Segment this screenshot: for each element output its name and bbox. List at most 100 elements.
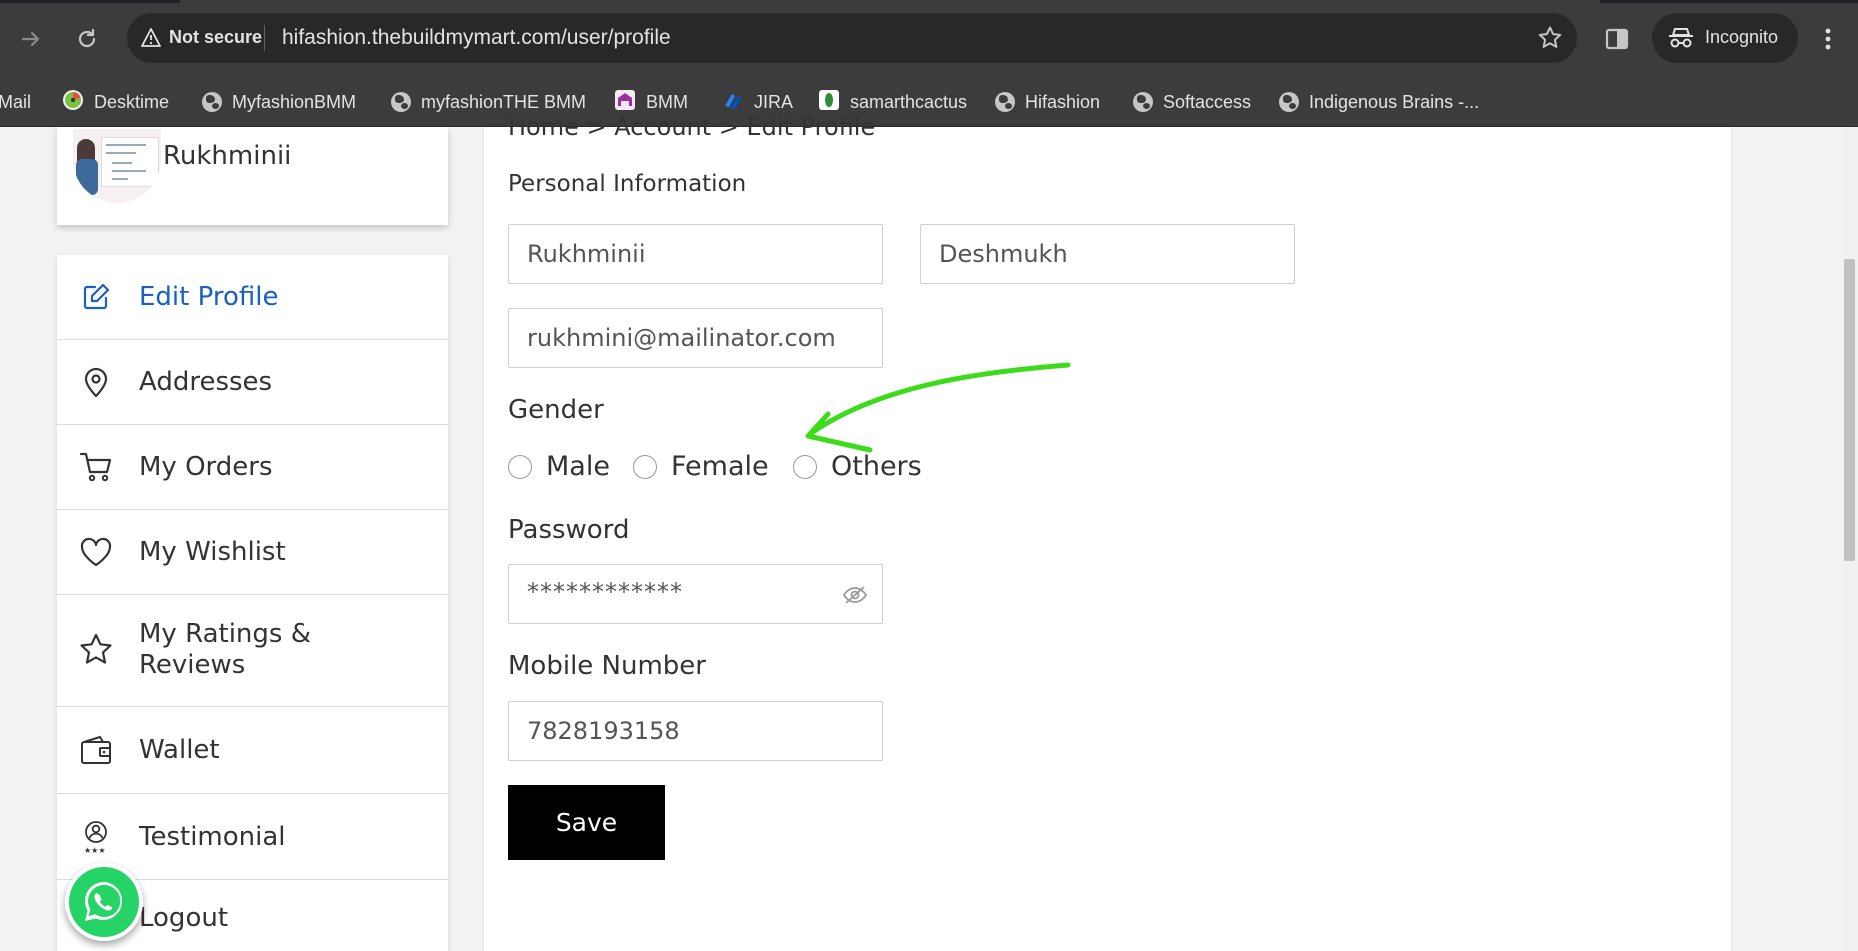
star-icon bbox=[79, 633, 113, 667]
bookmark-indigenous-brains[interactable]: Indigenous Brains -... bbox=[1279, 89, 1479, 115]
globe-icon bbox=[995, 92, 1015, 112]
testimonial-icon: ★★★ bbox=[79, 820, 113, 854]
save-button[interactable]: Save bbox=[508, 785, 665, 860]
globe-icon bbox=[1133, 92, 1153, 112]
address-bar[interactable]: Not secure hifashion.thebuildmymart.com/… bbox=[127, 13, 1577, 63]
bookmark-label: Mail bbox=[0, 91, 32, 112]
menu-item-label: Addresses bbox=[139, 367, 273, 397]
cactus-icon bbox=[818, 89, 840, 116]
password-field[interactable]: ************ bbox=[508, 564, 883, 624]
bookmarks-bar: Mail Desktime MyfashionBMM myfashionTHE … bbox=[0, 77, 1858, 127]
bookmark-bmm[interactable]: BMM bbox=[614, 89, 688, 115]
heart-icon bbox=[79, 535, 113, 569]
menu-item-label: Testimonial bbox=[139, 822, 286, 852]
account-menu: Edit Profile Addresses My Orders My Wish… bbox=[57, 255, 448, 951]
incognito-label: Incognito bbox=[1705, 27, 1779, 47]
password-label: Password bbox=[508, 515, 630, 545]
bookmark-desktime[interactable]: Desktime bbox=[62, 89, 169, 115]
browser-toolbar: Not secure hifashion.thebuildmymart.com/… bbox=[0, 0, 1858, 77]
bookmark-label: Softaccess bbox=[1163, 91, 1252, 112]
wallet-icon bbox=[79, 733, 113, 767]
mobile-number-value: 7828193158 bbox=[527, 717, 680, 745]
whatsapp-chat-button[interactable] bbox=[65, 863, 143, 941]
bookmark-jira[interactable]: JIRA bbox=[722, 89, 793, 115]
first-name-value: Rukhminii bbox=[527, 240, 646, 268]
bmm-logo-icon bbox=[614, 89, 636, 116]
bookmark-mail[interactable]: Mail bbox=[0, 89, 31, 115]
bookmark-samarthcactus[interactable]: samarthcactus bbox=[818, 89, 967, 115]
breadcrumb: Home > Account > Edit Profile bbox=[508, 113, 876, 141]
password-value: ************ bbox=[527, 578, 683, 606]
globe-icon bbox=[391, 92, 411, 112]
menu-item-label: Edit Profile bbox=[139, 282, 279, 312]
not-secure-label[interactable]: Not secure bbox=[169, 27, 262, 48]
menu-item-edit-profile[interactable]: Edit Profile bbox=[57, 255, 448, 340]
last-name-field[interactable]: Deshmukh bbox=[920, 224, 1295, 284]
eye-off-icon[interactable] bbox=[842, 585, 868, 609]
email-field[interactable]: rukhmini@mailinator.com bbox=[508, 308, 883, 368]
globe-icon bbox=[1279, 92, 1299, 112]
location-pin-icon bbox=[79, 365, 113, 399]
menu-item-label: My Wishlist bbox=[139, 537, 286, 567]
radio-label: Male bbox=[546, 451, 610, 482]
mobile-number-field[interactable]: 7828193158 bbox=[508, 701, 883, 761]
divider bbox=[264, 25, 265, 51]
gender-radio-female[interactable]: Female bbox=[633, 451, 769, 482]
bookmark-label: Desktime bbox=[94, 91, 170, 112]
edit-icon bbox=[79, 280, 113, 314]
radio-circle[interactable] bbox=[508, 454, 532, 479]
radio-circle[interactable] bbox=[793, 454, 817, 479]
menu-item-my-ratings-reviews[interactable]: My Ratings & Reviews bbox=[57, 595, 448, 707]
side-panel-icon[interactable] bbox=[1600, 22, 1634, 60]
desktime-icon bbox=[62, 89, 84, 116]
radio-label: Others bbox=[831, 451, 922, 482]
bookmark-label: Hifashion bbox=[1025, 91, 1101, 112]
menu-kebab-icon[interactable] bbox=[1822, 22, 1834, 60]
edit-profile-panel: Home > Account > Edit Profile Personal I… bbox=[484, 113, 1731, 951]
bookmark-label: Indigenous Brains -... bbox=[1309, 91, 1480, 112]
radio-circle[interactable] bbox=[633, 454, 657, 479]
globe-icon bbox=[202, 92, 222, 112]
bookmark-myfashionbmm[interactable]: MyfashionBMM bbox=[202, 89, 356, 115]
reload-icon[interactable] bbox=[70, 22, 104, 56]
menu-item-addresses[interactable]: Addresses bbox=[57, 340, 448, 425]
jira-icon bbox=[722, 89, 744, 116]
menu-item-my-orders[interactable]: My Orders bbox=[57, 425, 448, 510]
bookmark-myfashion-the-bmm[interactable]: myfashionTHE BMM bbox=[391, 89, 586, 115]
gender-radio-others[interactable]: Others bbox=[793, 451, 922, 482]
cart-icon bbox=[79, 450, 113, 484]
menu-item-label: My Orders bbox=[139, 452, 273, 482]
svg-text:★★★: ★★★ bbox=[84, 846, 106, 854]
menu-item-my-wishlist[interactable]: My Wishlist bbox=[57, 510, 448, 595]
page-scrollbar[interactable] bbox=[1841, 127, 1858, 951]
menu-item-wallet[interactable]: Wallet bbox=[57, 707, 448, 794]
whatsapp-icon bbox=[69, 867, 139, 937]
forward-icon[interactable] bbox=[14, 22, 48, 56]
bookmark-label: BMM bbox=[646, 91, 688, 112]
menu-item-label: Wallet bbox=[139, 735, 220, 765]
bookmark-label: samarthcactus bbox=[850, 91, 968, 112]
bookmark-label: JIRA bbox=[754, 91, 794, 112]
warning-icon bbox=[141, 28, 161, 51]
section-title: Personal Information bbox=[508, 171, 747, 197]
radio-label: Female bbox=[671, 451, 769, 482]
bookmark-star-icon[interactable] bbox=[1537, 25, 1563, 55]
last-name-value: Deshmukh bbox=[939, 240, 1068, 268]
incognito-icon bbox=[1668, 26, 1694, 54]
bookmark-label: myfashionTHE BMM bbox=[421, 91, 587, 112]
avatar bbox=[73, 129, 161, 203]
first-name-field[interactable]: Rukhminii bbox=[508, 224, 883, 284]
scrollbar-thumb[interactable] bbox=[1844, 259, 1855, 561]
tab-strip bbox=[0, 0, 1858, 3]
url-text[interactable]: hifashion.thebuildmymart.com/user/profil… bbox=[282, 26, 671, 50]
email-value: rukhmini@mailinator.com bbox=[527, 324, 836, 352]
gender-label: Gender bbox=[508, 395, 604, 425]
menu-item-label: Logout bbox=[139, 903, 229, 933]
incognito-badge[interactable]: Incognito bbox=[1652, 13, 1798, 63]
gender-radio-male[interactable]: Male bbox=[508, 451, 610, 482]
bookmark-label: MyfashionBMM bbox=[232, 91, 357, 112]
bookmark-hifashion[interactable]: Hifashion bbox=[995, 89, 1100, 115]
bookmark-softaccess[interactable]: Softaccess bbox=[1133, 89, 1251, 115]
mobile-number-label: Mobile Number bbox=[508, 651, 706, 681]
profile-name: Rukhminii bbox=[163, 141, 292, 171]
